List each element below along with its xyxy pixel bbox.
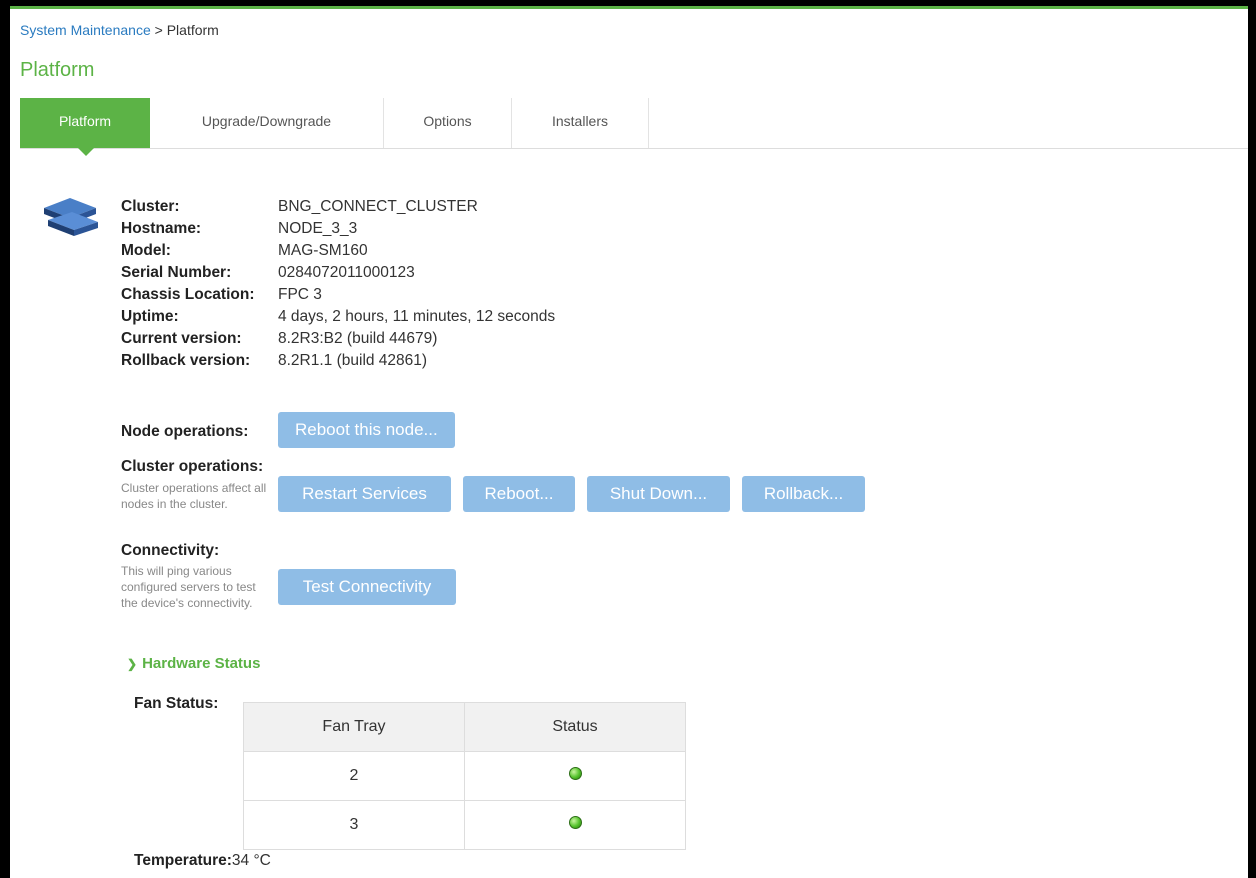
hardware-status-label: Hardware Status <box>142 655 261 672</box>
restart-services-button[interactable]: Restart Services <box>278 476 451 512</box>
tab-upgrade-downgrade[interactable]: Upgrade/Downgrade <box>150 98 384 148</box>
info-value: FPC 3 <box>278 286 322 303</box>
fan-status-table: Fan Tray Status 2 3 <box>243 702 686 850</box>
status-ok-icon <box>568 767 582 780</box>
fan-status-label: Fan Status: <box>134 695 219 712</box>
server-stack-icon <box>44 198 98 236</box>
cluster-operations-help: Cluster operations affect all nodes in t… <box>121 481 267 511</box>
info-value: NODE_3_3 <box>278 220 358 237</box>
info-label: Hostname: <box>121 220 202 237</box>
info-label: Chassis Location: <box>121 286 255 303</box>
tab-platform[interactable]: Platform <box>20 98 150 156</box>
breadcrumb-separator: > <box>150 22 167 38</box>
connectivity-help: This will ping various configured server… <box>121 564 256 610</box>
info-label: Model: <box>121 242 171 259</box>
info-value: 0284072011000123 <box>278 264 415 281</box>
info-label: Cluster: <box>121 198 180 215</box>
table-row: 2 <box>243 751 686 801</box>
breadcrumb: System Maintenance > Platform <box>20 22 219 38</box>
breadcrumb-current: Platform <box>166 22 219 38</box>
hardware-status-toggle[interactable]: ❯ Hardware Status <box>127 655 260 672</box>
temperature-label: Temperature: <box>134 852 232 869</box>
tab-options[interactable]: Options <box>384 98 512 148</box>
fan-tray-cell: 3 <box>243 800 465 850</box>
info-value: MAG-SM160 <box>278 242 368 259</box>
table-header-row: Fan Tray Status <box>243 702 686 752</box>
info-value: BNG_CONNECT_CLUSTER <box>278 198 478 215</box>
breadcrumb-link-system-maintenance[interactable]: System Maintenance <box>20 22 151 38</box>
test-connectivity-button[interactable]: Test Connectivity <box>278 569 456 605</box>
info-value: 8.2R3:B2 (build 44679) <box>278 330 438 347</box>
column-header-fan-tray: Fan Tray <box>243 702 465 752</box>
temperature-readout: Temperature:34 °C <box>134 852 271 870</box>
page-title: Platform <box>20 59 95 81</box>
column-header-status: Status <box>464 702 686 752</box>
cluster-reboot-button[interactable]: Reboot... <box>463 476 575 512</box>
rollback-button[interactable]: Rollback... <box>742 476 865 512</box>
info-value: 4 days, 2 hours, 11 minutes, 12 seconds <box>278 308 556 325</box>
reboot-node-button[interactable]: Reboot this node... <box>278 412 455 448</box>
node-operations-label: Node operations: <box>121 423 249 440</box>
tab-bar: Platform Upgrade/Downgrade Options Insta… <box>20 98 1248 156</box>
info-value: 8.2R1.1 (build 42861) <box>278 352 428 369</box>
status-cell <box>464 800 686 850</box>
connectivity-label: Connectivity: <box>121 542 220 559</box>
info-label: Rollback version: <box>121 352 251 369</box>
shut-down-button[interactable]: Shut Down... <box>587 476 730 512</box>
table-row: 3 <box>243 800 686 850</box>
info-label: Current version: <box>121 330 242 347</box>
info-label: Serial Number: <box>121 264 232 281</box>
info-label: Uptime: <box>121 308 179 325</box>
content-panel: System Maintenance > Platform Platform P… <box>10 6 1248 878</box>
fan-tray-cell: 2 <box>243 751 465 801</box>
cluster-operations-label: Cluster operations: <box>121 458 264 475</box>
status-ok-icon <box>568 816 582 829</box>
chevron-down-icon: ❯ <box>127 657 138 671</box>
tab-installers[interactable]: Installers <box>512 98 649 148</box>
status-cell <box>464 751 686 801</box>
temperature-value: 34 °C <box>231 852 271 869</box>
